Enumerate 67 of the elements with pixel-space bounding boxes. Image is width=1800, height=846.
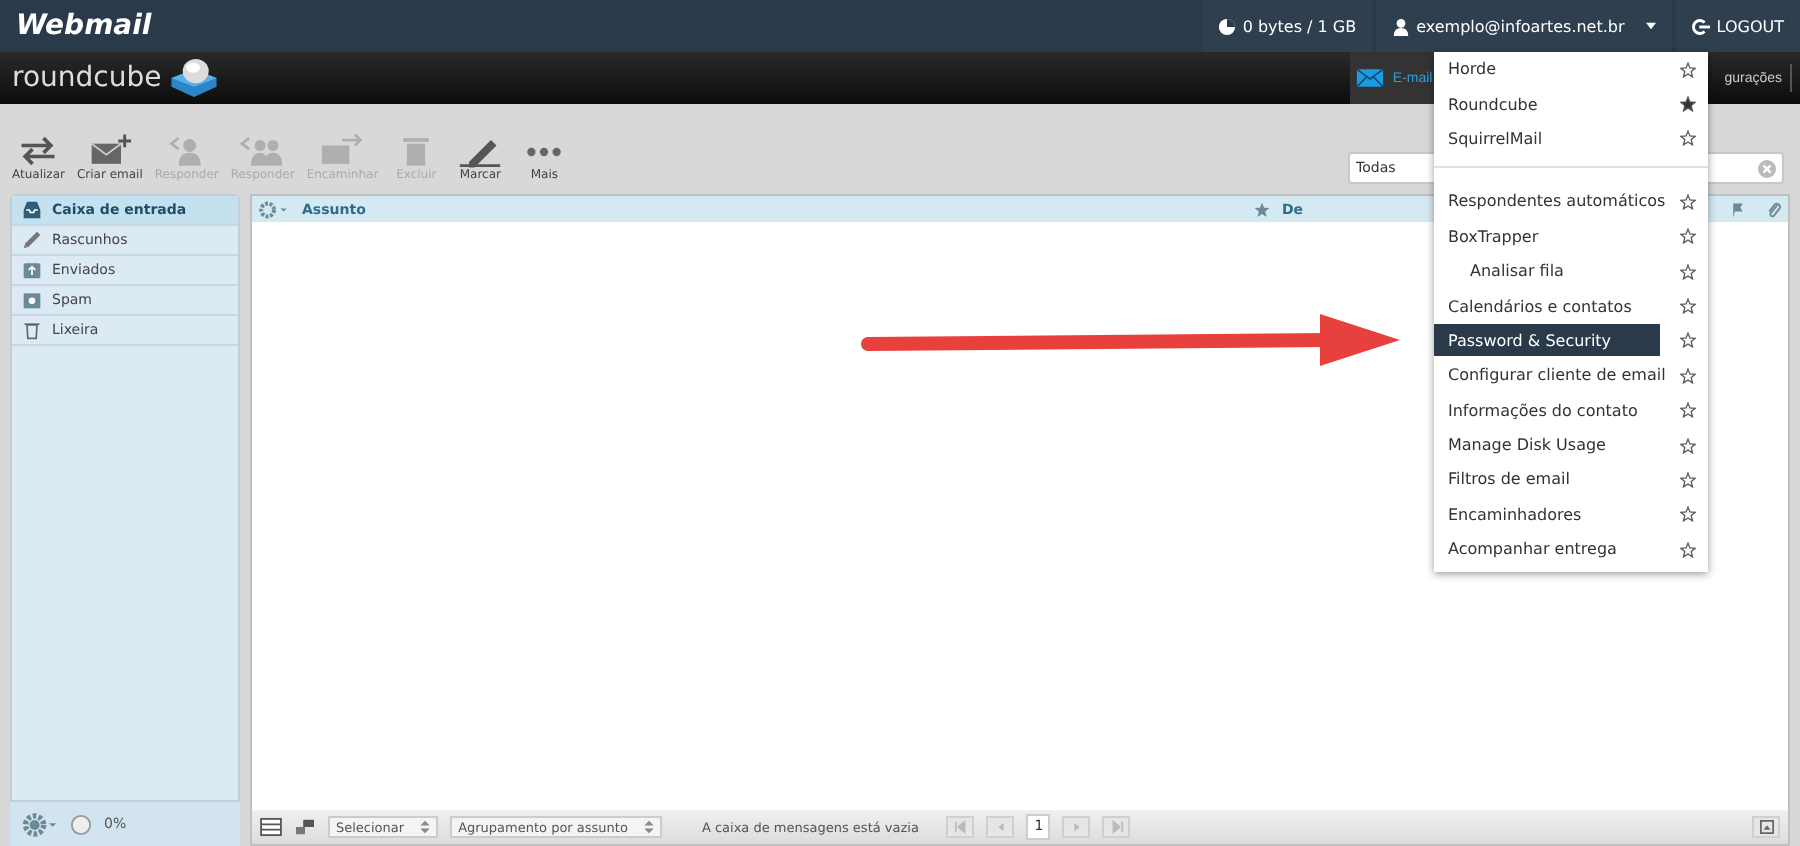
envelope-plus-icon: [87, 133, 132, 167]
preview-toggle-button[interactable]: [1752, 816, 1780, 838]
trash-icon: [22, 320, 42, 340]
cube-logo-icon: [167, 56, 220, 100]
logout-button[interactable]: LOGOUT: [1676, 0, 1800, 52]
quota-indicator: 0 bytes / 1 GB: [1202, 0, 1373, 52]
envelope-icon: [1356, 68, 1385, 88]
menu-item[interactable]: Horde: [1434, 53, 1660, 86]
arrows-icon: [16, 133, 61, 167]
clear-icon: [1758, 159, 1776, 177]
logout-icon: [1692, 17, 1711, 35]
menu-item[interactable]: Respondentes automáticos: [1434, 185, 1666, 218]
quota-circle-icon: [70, 813, 92, 835]
roundcube-logo: roundcube: [12, 62, 162, 94]
caret-icon: [1646, 22, 1657, 30]
right-arrow-icon: [1069, 820, 1084, 834]
star-icon[interactable]: [1680, 228, 1696, 245]
up-arrow-icon: [1759, 820, 1773, 834]
star-icon[interactable]: [1254, 201, 1270, 217]
star-icon[interactable]: [1680, 437, 1696, 454]
people-arrow-icon: [240, 133, 285, 167]
star-icon[interactable]: [1680, 332, 1696, 349]
user-icon: [1392, 17, 1411, 35]
updown-icon: [420, 820, 431, 834]
star-icon[interactable]: [1680, 471, 1696, 488]
star-icon[interactable]: [1680, 193, 1696, 210]
star-icon[interactable]: [1680, 130, 1696, 147]
list-icon[interactable]: [260, 818, 282, 836]
settings-icon[interactable]: [22, 811, 58, 837]
inbox-icon: [22, 200, 42, 220]
menu-item[interactable]: Analisar fila: [1434, 255, 1660, 288]
first-page-icon: [953, 820, 968, 834]
folder-icon: [22, 290, 42, 310]
list-options-icon[interactable]: [258, 199, 290, 219]
envelope-arrow-icon: [320, 133, 365, 167]
menu-item[interactable]: Encaminhadores: [1434, 498, 1660, 531]
paperclip-icon[interactable]: [1766, 201, 1782, 217]
menu-item[interactable]: Informações do contato: [1434, 394, 1660, 427]
left-arrow-icon: [993, 820, 1008, 834]
menu-item[interactable]: Manage Disk Usage: [1434, 429, 1660, 462]
menu-item[interactable]: Calendários e contatos: [1434, 290, 1660, 323]
menu-item[interactable]: Filtros de email: [1434, 463, 1660, 496]
menu-item[interactable]: BoxTrapper: [1434, 220, 1660, 253]
pie-chart-icon: [1218, 17, 1237, 35]
pencil-icon: [22, 230, 42, 250]
menu-item[interactable]: SquirrelMail: [1434, 122, 1660, 155]
star-icon[interactable]: [1680, 61, 1696, 78]
tray-icon: [22, 260, 42, 280]
star-icon[interactable]: [1680, 96, 1696, 113]
star-icon[interactable]: [1680, 263, 1696, 280]
star-icon[interactable]: [1680, 402, 1696, 419]
star-icon[interactable]: [1680, 367, 1696, 384]
dots-icon: [526, 145, 563, 157]
star-icon[interactable]: [1680, 541, 1696, 558]
star-icon[interactable]: [1680, 298, 1696, 315]
webmail-logo: Webmail: [16, 10, 152, 42]
menu-item[interactable]: Password & Security: [1434, 324, 1660, 357]
menu-item[interactable]: Configurar cliente de email: [1434, 359, 1666, 392]
menu-item[interactable]: Roundcube: [1434, 88, 1660, 121]
flag-icon[interactable]: [1730, 201, 1746, 217]
user-menu-button[interactable]: exemplo@infoartes.net.br: [1376, 0, 1673, 52]
header-separator-mark: [1790, 64, 1792, 92]
star-icon[interactable]: [1680, 506, 1696, 523]
last-page-icon: [1109, 820, 1124, 834]
updown-icon: [643, 820, 654, 834]
threads-icon[interactable]: [294, 818, 316, 836]
menu-item[interactable]: Acompanhar entrega: [1434, 533, 1660, 566]
